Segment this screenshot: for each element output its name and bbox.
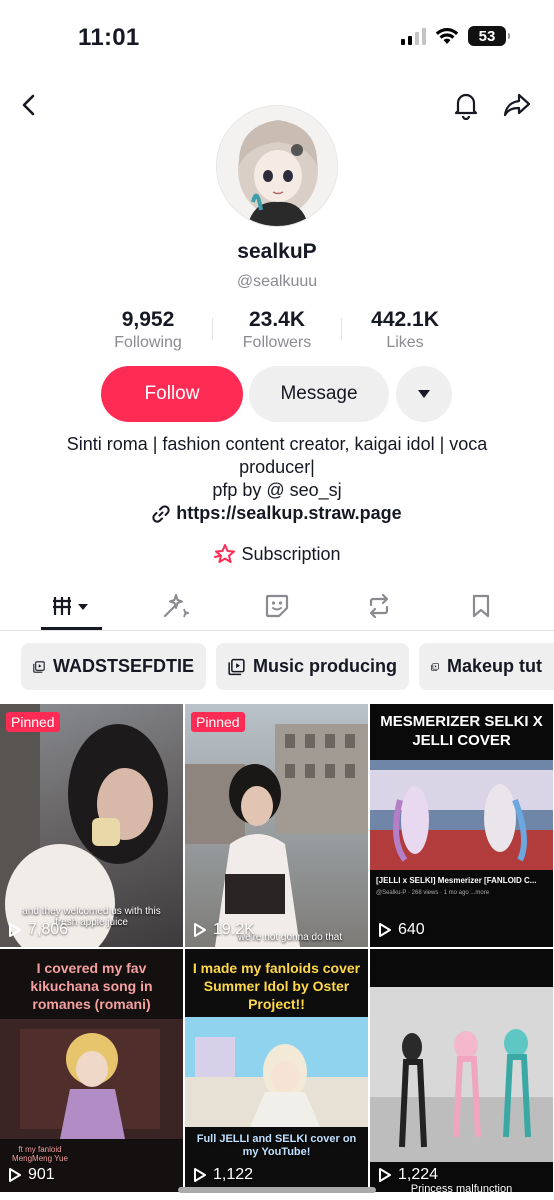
avatar-illustration — [217, 106, 337, 226]
following-label: Following — [114, 334, 182, 351]
play-icon — [194, 1168, 206, 1182]
playlist-icon — [228, 658, 245, 675]
playlist-title: WADSTSEFDTIE — [52, 656, 194, 676]
tab-favorites-sticker[interactable] — [244, 588, 310, 624]
video-tile[interactable]: Pinned and they welcomed us with this fr… — [0, 704, 183, 947]
status-time: 11:01 — [78, 24, 140, 51]
video-thumbnail — [185, 1017, 368, 1127]
video-tile[interactable]: Princess malfunction 1,224 — [370, 949, 553, 1192]
video-meta: @Sealku-P · 268 views · 1 mo ago ...more — [376, 890, 490, 896]
view-count: 19.2K — [193, 921, 255, 939]
video-thumbnail — [0, 1019, 183, 1139]
sticker-icon — [265, 594, 289, 618]
view-count-text: 901 — [28, 1166, 55, 1183]
followers-stat[interactable]: 23.4K Followers — [207, 308, 347, 352]
subscription-label: Subscription — [241, 543, 341, 564]
view-count: 1,224 — [378, 1166, 438, 1184]
profile-link[interactable]: https://sealkup.straw.page — [0, 503, 554, 524]
profile-bio: Sinti roma | fashion content creator, ka… — [30, 433, 524, 502]
view-count: 1,122 — [193, 1166, 253, 1184]
video-tile[interactable]: I made my fanloids cover Summer Idol by … — [185, 949, 368, 1192]
playlist-chip[interactable]: Music producing — [216, 643, 409, 690]
status-icons: 53 — [400, 26, 510, 46]
play-icon — [379, 923, 391, 937]
repost-icon — [369, 593, 389, 619]
playlist-chip[interactable]: WADSTSEFDTIE — [21, 643, 206, 690]
playlist-icon — [431, 662, 439, 671]
tabs-divider — [0, 630, 554, 631]
wifi-icon — [435, 28, 459, 44]
share-button[interactable] — [500, 88, 534, 122]
profile-handle: @sealkuuu — [236, 273, 318, 290]
share-icon — [503, 93, 531, 117]
play-icon — [379, 1168, 391, 1182]
video-tile[interactable]: MESMERIZER SELKI X JELLI COVER [JELLI x … — [370, 704, 553, 947]
video-thumbnail — [370, 760, 553, 870]
tab-reposts[interactable] — [346, 588, 412, 624]
signal-icon — [400, 27, 426, 45]
following-count: 9,952 — [121, 308, 175, 331]
view-count: 901 — [8, 1166, 55, 1184]
back-button[interactable] — [12, 88, 46, 122]
likes-stat[interactable]: 442.1K Likes — [335, 308, 475, 352]
notification-button[interactable] — [449, 88, 483, 122]
view-count: 640 — [378, 921, 425, 939]
video-tile[interactable]: Pinned we're not gonna do that 19.2K — [185, 704, 368, 947]
video-overlay-title: I covered my fav kikuchana song in roman… — [30, 960, 153, 1012]
likes-label: Likes — [386, 334, 424, 351]
tab-saved[interactable] — [448, 588, 514, 624]
video-thumbnail — [370, 987, 553, 1162]
back-arrow-icon — [22, 94, 35, 116]
video-tile[interactable]: I covered my fav kikuchana song in roman… — [0, 949, 183, 1192]
caret-down-icon — [418, 390, 430, 398]
videos-grid-icon — [53, 597, 88, 615]
view-count-text: 1,122 — [213, 1166, 254, 1183]
view-count-text: 1,224 — [398, 1166, 439, 1183]
video-thumbnail — [185, 724, 368, 947]
video-caption: Princess malfunction — [410, 1183, 513, 1192]
video-caption: Full JELLI and SELKI cover on my YouTube… — [196, 1133, 357, 1158]
battery-icon: 53 — [468, 26, 510, 46]
video-overlay-title: MESMERIZER SELKI X JELLI COVER — [380, 713, 543, 749]
playlist-icon — [33, 660, 45, 673]
followers-count: 23.4K — [248, 308, 306, 331]
suggested-accounts-button[interactable] — [396, 366, 452, 422]
follow-button[interactable]: Follow — [101, 366, 243, 422]
pinned-badge: Pinned — [6, 712, 60, 732]
tab-videos[interactable] — [39, 588, 105, 624]
view-count-text: 19.2K — [213, 921, 255, 938]
message-button[interactable]: Message — [249, 366, 389, 422]
playlist-title: Music producing — [253, 656, 397, 676]
profile-link-text: https://sealkup.straw.page — [176, 503, 402, 523]
pinned-badge: Pinned — [191, 712, 245, 732]
following-stat[interactable]: 9,952 Following — [78, 308, 218, 352]
followers-label: Followers — [242, 334, 312, 351]
video-caption: ft my fanloid MengMeng Yue — [12, 1145, 68, 1163]
sparkle-wand-icon — [163, 594, 189, 618]
bookmark-icon — [472, 594, 490, 618]
video-caption: [JELLI x SELKI] Mesmerizer [FANLOID C... — [376, 876, 537, 885]
bio-line: Sinti roma | fashion content creator, ka… — [66, 434, 488, 477]
view-count: 7,806 — [8, 921, 68, 939]
playlist-title: Makeup tut — [446, 656, 542, 676]
tab-reposts-magic[interactable] — [142, 588, 208, 624]
subscription-star-icon — [214, 544, 236, 563]
bell-icon — [454, 93, 478, 120]
playlist-chip[interactable]: Makeup tut — [419, 643, 554, 690]
link-icon — [152, 504, 170, 523]
play-icon — [9, 1168, 21, 1182]
bio-line: pfp by @ seo_sj — [212, 480, 342, 500]
avatar[interactable] — [216, 105, 338, 227]
view-count-text: 7,806 — [28, 921, 69, 938]
subscription-link[interactable]: Subscription — [0, 543, 554, 565]
likes-count: 442.1K — [371, 308, 439, 331]
play-icon — [194, 923, 206, 937]
profile-username: sealkuP — [237, 240, 317, 263]
home-indicator[interactable] — [178, 1187, 376, 1193]
play-icon — [9, 923, 21, 937]
view-count-text: 640 — [398, 921, 425, 938]
video-overlay-title: I made my fanloids cover Summer Idol by … — [192, 960, 361, 1012]
